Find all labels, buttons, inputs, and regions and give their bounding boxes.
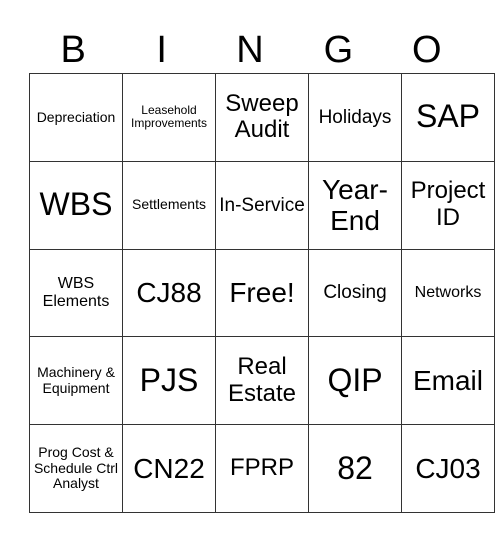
bingo-cell[interactable]: QIP bbox=[308, 336, 402, 426]
bingo-cell[interactable]: PJS bbox=[122, 336, 216, 426]
bingo-cell[interactable]: Year-End bbox=[308, 160, 402, 250]
bingo-cell[interactable]: Sweep Audit bbox=[215, 73, 309, 162]
bingo-cell[interactable]: 82 bbox=[308, 424, 402, 513]
grid-row: Depreciation Leasehold Improvements Swee… bbox=[29, 73, 495, 162]
bingo-cell[interactable]: Email bbox=[401, 336, 495, 426]
bingo-cell[interactable]: Project ID bbox=[401, 160, 495, 250]
bingo-cell[interactable]: CJ88 bbox=[122, 248, 216, 338]
header-letter-b: B bbox=[60, 29, 86, 71]
header-letter-g: G bbox=[323, 29, 354, 71]
bingo-cell[interactable]: Prog Cost & Schedule Ctrl Analyst bbox=[29, 424, 123, 513]
header-letter-i: I bbox=[156, 29, 167, 71]
bingo-cell[interactable]: Depreciation bbox=[29, 73, 123, 162]
bingo-cell[interactable]: WBS Elements bbox=[29, 248, 123, 338]
grid-row: WBS Elements CJ88 Free! Closing Networks bbox=[29, 248, 495, 338]
bingo-cell[interactable]: Real Estate bbox=[215, 336, 309, 426]
free-space-cell[interactable]: Free! bbox=[215, 248, 309, 338]
bingo-grid: Depreciation Leasehold Improvements Swee… bbox=[29, 73, 495, 513]
grid-row: Machinery & Equipment PJS Real Estate QI… bbox=[29, 336, 495, 426]
bingo-cell[interactable]: CN22 bbox=[122, 424, 216, 513]
bingo-cell[interactable]: CJ03 bbox=[401, 424, 495, 513]
bingo-cell[interactable]: Holidays bbox=[308, 73, 402, 162]
bingo-header: B I N G O bbox=[29, 28, 471, 72]
header-letter-n: N bbox=[236, 29, 264, 71]
bingo-cell[interactable]: SAP bbox=[401, 73, 495, 162]
bingo-cell[interactable]: WBS bbox=[29, 160, 123, 250]
bingo-cell[interactable]: Machinery & Equipment bbox=[29, 336, 123, 426]
header-letter-o: O bbox=[412, 29, 442, 71]
grid-row: Prog Cost & Schedule Ctrl Analyst CN22 F… bbox=[29, 424, 495, 513]
bingo-cell[interactable]: Networks bbox=[401, 248, 495, 338]
bingo-cell[interactable]: In-Service bbox=[215, 160, 309, 250]
grid-row: WBS Settlements In-Service Year-End Proj… bbox=[29, 160, 495, 250]
bingo-cell[interactable]: Settlements bbox=[122, 160, 216, 250]
bingo-cell[interactable]: FPRP bbox=[215, 424, 309, 513]
bingo-cell[interactable]: Closing bbox=[308, 248, 402, 338]
bingo-cell[interactable]: Leasehold Improvements bbox=[122, 73, 216, 162]
